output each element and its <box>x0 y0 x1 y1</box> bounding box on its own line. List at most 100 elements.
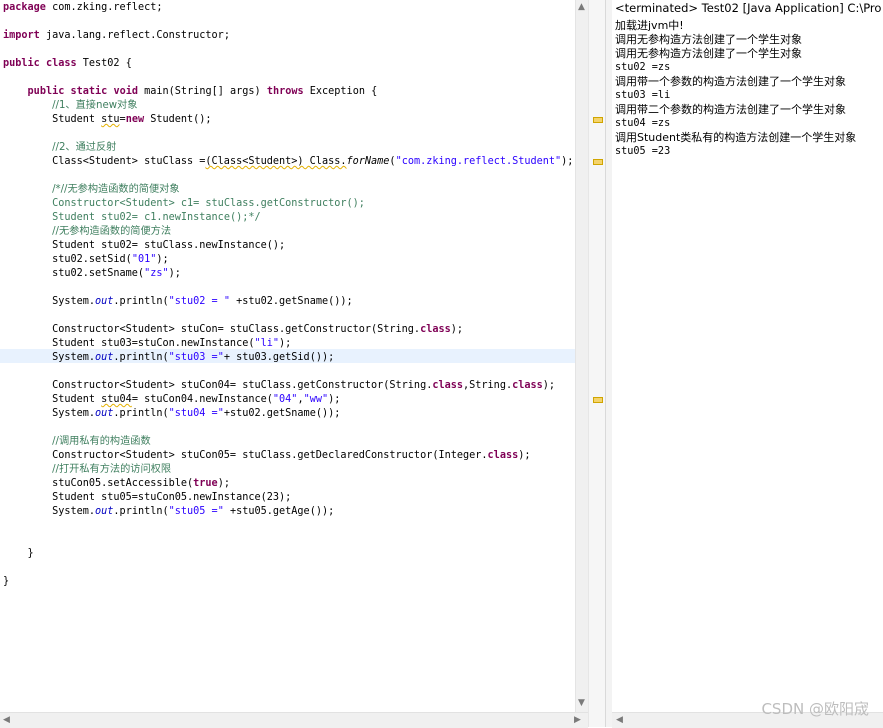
code-token: throws <box>266 86 304 97</box>
code-token: "ww" <box>303 394 329 405</box>
code-token: Constructor<Student> stuCon04= stuClass.… <box>3 380 433 391</box>
code-token: +stu05.getAge()); <box>223 506 335 517</box>
code-token: //2、通过反射 <box>52 142 117 153</box>
code-token: } <box>3 548 34 559</box>
code-token: stuCon05.setAccessible( <box>3 478 194 489</box>
code-token: Constructor<Student> stuCon05= stuClass.… <box>3 450 488 461</box>
code-token: "li" <box>254 338 280 349</box>
code-token: out <box>95 352 114 363</box>
console-line-text: stu05 =23 <box>615 146 671 157</box>
code-token: Exception { <box>303 86 378 97</box>
code-token: Class<Student> stuClass = <box>3 156 206 167</box>
console-view[interactable]: <terminated> Test02 [Java Application] C… <box>612 0 883 727</box>
code-editor[interactable]: package com.zking.reflect; import java.la… <box>0 0 575 712</box>
console-line: stu03 =li <box>615 89 670 103</box>
code-line: Student stu02= c1.newInstance();*/ <box>3 211 261 225</box>
code-token: forName <box>346 156 390 167</box>
code-token: System. <box>3 352 96 363</box>
editor-vertical-scrollbar[interactable]: ▲ ▼ <box>575 0 589 712</box>
code-line: System.out.println("stu04 ="+stu02.getSn… <box>3 407 340 421</box>
code-token: "stu05 =" <box>168 506 224 517</box>
code-token: /*//无参构造函数的简便对象 <box>52 184 180 195</box>
code-line: System.out.println("stu05 =" +stu05.getA… <box>3 505 334 519</box>
code-token: Student <box>3 114 102 125</box>
code-token: +stu02.getSname()); <box>223 408 341 419</box>
code-token: Student <box>3 394 102 405</box>
code-token: //打开私有方法的访问权限 <box>52 464 172 475</box>
console-line-text: 调用带一个参数的构造方法创建了一个学生对象 <box>615 75 846 88</box>
code-line: /*//无参构造函数的简便对象 <box>3 183 180 197</box>
watermark: CSDN @欧阳宬 <box>761 700 869 718</box>
code-token: Student(); <box>144 114 212 125</box>
code-line: public class Test02 { <box>3 57 132 71</box>
code-line: stuCon05.setAccessible(true); <box>3 477 230 491</box>
code-line: package com.zking.reflect; <box>3 1 162 15</box>
warning-marker[interactable] <box>593 397 603 403</box>
code-token: class <box>420 324 451 335</box>
console-line-text: 调用Student类私有的构造方法创建一个学生对象 <box>615 131 857 144</box>
editor-horizontal-scrollbar[interactable]: ◀ ▶ <box>0 712 588 728</box>
console-line: stu05 =23 <box>615 145 670 159</box>
code-line: import java.lang.reflect.Constructor; <box>3 29 230 43</box>
scroll-up-icon[interactable]: ▲ <box>578 2 585 12</box>
scroll-left-icon[interactable]: ◀ <box>3 715 10 725</box>
code-token: ); <box>450 324 464 335</box>
code-line: System.out.println("stu03 ="+ stu03.getS… <box>3 351 334 365</box>
code-token: "zs" <box>144 268 169 279</box>
code-token: true <box>193 478 218 489</box>
console-line-text: 调用带二个参数的构造方法创建了一个学生对象 <box>615 103 846 116</box>
code-line: Student stu=new Student(); <box>3 113 212 127</box>
code-line: Constructor<Student> stuCon= stuClass.ge… <box>3 323 463 337</box>
code-token: Student stu05=stuCon05.newInstance(23); <box>3 492 292 503</box>
code-token: + stu03.getSid()); <box>223 352 335 363</box>
console-line-text: 调用无参构造方法创建了一个学生对象 <box>615 33 802 46</box>
console-line: 调用带二个参数的构造方法创建了一个学生对象 <box>615 103 846 117</box>
code-token: //无参构造函数的简便方法 <box>52 226 172 237</box>
code-token: .println( <box>113 296 169 307</box>
scroll-down-icon[interactable]: ▼ <box>578 698 585 708</box>
warning-marker[interactable] <box>593 117 603 123</box>
console-line: 调用Student类私有的构造方法创建一个学生对象 <box>615 131 856 145</box>
code-token: "stu04 =" <box>168 408 224 419</box>
code-token: stu04 <box>101 394 132 405</box>
code-token: System. <box>3 506 96 517</box>
code-token: "stu02 = " <box>168 296 230 307</box>
code-line: stu02.setSid("01"); <box>3 253 169 267</box>
code-token: static <box>70 86 108 97</box>
code-token: //1、直接new对象 <box>52 100 138 111</box>
scroll-left-icon[interactable]: ◀ <box>616 715 623 725</box>
code-line: Constructor<Student> c1= stuClass.getCon… <box>3 197 365 211</box>
code-token: stu02.setSid( <box>3 254 132 265</box>
code-token: "01" <box>131 254 157 265</box>
code-token: ); <box>156 254 169 265</box>
code-line: Constructor<Student> stuCon04= stuClass.… <box>3 379 555 393</box>
code-line: Student stu04= stuCon04.newInstance("04"… <box>3 393 340 407</box>
code-token: Constructor<Student> stuCon= stuClass.ge… <box>3 324 421 335</box>
code-token: out <box>95 506 114 517</box>
code-token: Student stu03=stuCon.newInstance( <box>3 338 255 349</box>
code-token: = stuCon04.newInstance( <box>131 394 273 405</box>
code-token: public <box>3 58 40 69</box>
warning-marker[interactable] <box>593 159 603 165</box>
code-token: com.zking.reflect; <box>45 2 163 13</box>
code-line: Student stu02= stuClass.newInstance(); <box>3 239 285 253</box>
code-token: .println( <box>113 352 169 363</box>
code-token: out <box>95 408 114 419</box>
code-token: new <box>125 114 145 125</box>
code-line: //打开私有方法的访问权限 <box>3 463 171 477</box>
console-line: 调用无参构造方法创建了一个学生对象 <box>615 47 802 61</box>
code-token: +stu02.getSname()); <box>229 296 353 307</box>
code-line: //调用私有的构造函数 <box>3 435 151 449</box>
console-line-text: stu03 =li <box>615 90 671 101</box>
overview-ruler[interactable] <box>588 0 606 727</box>
code-line: } <box>3 575 9 589</box>
code-token: "com.zking.reflect.Student" <box>395 156 562 167</box>
code-token: class <box>512 380 543 391</box>
code-line: Student stu05=stuCon05.newInstance(23); <box>3 491 291 505</box>
code-token: stu <box>101 114 120 125</box>
scroll-right-icon[interactable]: ▶ <box>574 715 581 725</box>
code-token: Student stu02= c1.newInstance();*/ <box>52 212 261 223</box>
